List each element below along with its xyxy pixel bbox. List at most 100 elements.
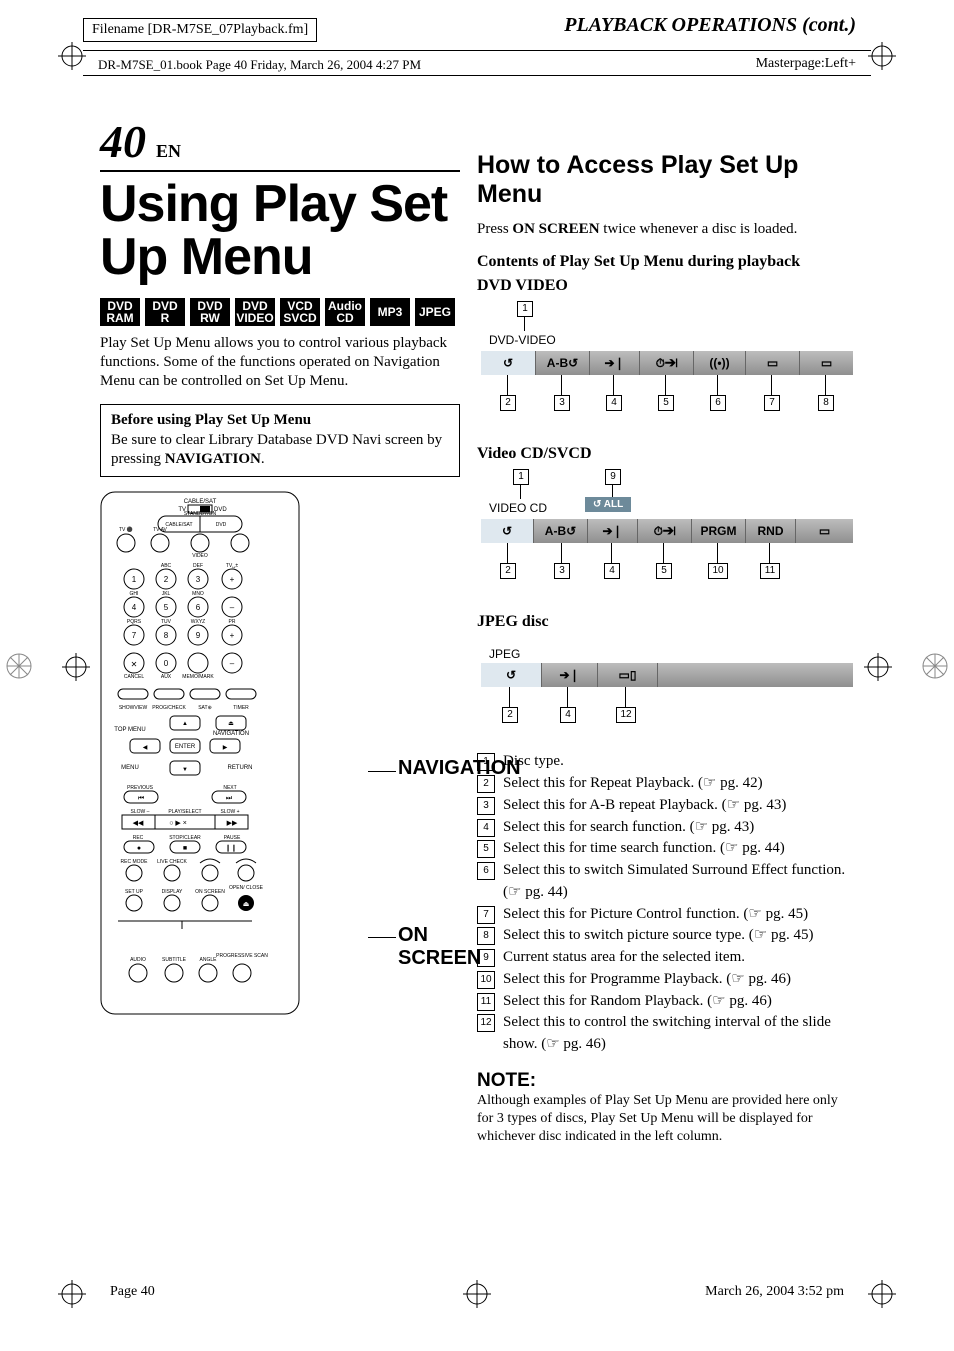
svg-text:TIMER: TIMER xyxy=(233,705,249,711)
callout: 2 xyxy=(500,563,516,579)
callout: 5 xyxy=(656,563,672,579)
crop-mark-icon xyxy=(58,1280,86,1308)
legend-text: Select this for search function. (☞ pg. … xyxy=(503,817,857,839)
format-badge: DVDR xyxy=(145,298,185,326)
rule xyxy=(83,50,871,51)
format-badge: MP3 xyxy=(370,298,410,326)
svg-text:MNO: MNO xyxy=(192,591,204,597)
callout: 2 xyxy=(502,707,518,723)
svg-text:CABLE/SAT: CABLE/SAT xyxy=(165,522,192,528)
legend-num: 3 xyxy=(477,797,495,815)
svg-text:6: 6 xyxy=(196,603,201,612)
svg-text:MENU: MENU xyxy=(121,765,139,771)
menu-type-label: DVD-VIDEO xyxy=(489,333,556,347)
svg-text:ENTER: ENTER xyxy=(175,744,196,750)
format-badge: DVDRAM xyxy=(100,298,140,326)
svg-text:PROGRESSIVE SCAN: PROGRESSIVE SCAN xyxy=(216,953,268,959)
menu-type-label: JPEG xyxy=(489,647,520,661)
legend-text: Select this to switch Simulated Surround… xyxy=(503,860,857,904)
filename-box: Filename [DR-M7SE_07Playback.fm] xyxy=(83,18,317,42)
svg-text:TUV: TUV xyxy=(161,619,172,625)
svg-text:NEXT: NEXT xyxy=(223,785,236,791)
menu-bar: ↺ A-B↺ ➔❘ ⏱➔❘ PRGM RND ▭ xyxy=(481,519,853,543)
svg-text:–: – xyxy=(230,659,235,668)
callout: 8 xyxy=(818,395,834,411)
svg-text:OPEN/ CLOSE: OPEN/ CLOSE xyxy=(229,885,264,891)
footer-timestamp: March 26, 2004 3:52 pm xyxy=(705,1284,844,1300)
callout: 4 xyxy=(560,707,576,723)
svg-text:CABLE/SAT: CABLE/SAT xyxy=(184,499,217,505)
crop-mark-icon xyxy=(58,42,86,70)
format-badge: DVDRW xyxy=(190,298,230,326)
legend-num: 6 xyxy=(477,862,495,880)
legend-num: 4 xyxy=(477,819,495,837)
svg-text:REC MODE: REC MODE xyxy=(121,859,149,865)
svg-text:▲: ▲ xyxy=(182,721,188,727)
right-column: How to Access Play Set Up Menu Press ON … xyxy=(477,115,857,1146)
svg-text:⏮: ⏮ xyxy=(138,795,144,802)
page-title: Using Play Set Up Menu xyxy=(100,178,460,284)
svg-text:3: 3 xyxy=(196,575,201,584)
legend-num: 12 xyxy=(477,1014,495,1032)
svg-text:+: + xyxy=(230,631,235,640)
svg-text:9: 9 xyxy=(196,631,201,640)
svg-text:SHOWVIEW: SHOWVIEW xyxy=(119,705,148,711)
svg-text:SET UP: SET UP xyxy=(125,889,144,895)
svg-text:TV␣±: TV␣± xyxy=(226,563,239,569)
dvd-video-menu-graphic: 1 DVD-VIDEO ↺ A-B↺ ➔❘ ⏱➔❘ ((•)) ▭ ▭ 2 3 … xyxy=(477,301,857,431)
intro-text: Play Set Up Menu allows you to control v… xyxy=(100,334,460,390)
legend-text: Disc type. xyxy=(503,751,857,773)
svg-text:SAT⊕: SAT⊕ xyxy=(198,705,212,711)
book-info: DR-M7SE_01.book Page 40 Friday, March 26… xyxy=(98,57,421,73)
svg-text:●: ● xyxy=(137,845,141,852)
svg-text:DISPLAY: DISPLAY xyxy=(162,889,183,895)
before-using-box: Before using Play Set Up Menu Be sure to… xyxy=(100,404,460,477)
dvd-video-heading: DVD VIDEO xyxy=(477,277,857,295)
format-badge: JPEG xyxy=(415,298,455,326)
callout: 9 xyxy=(605,469,621,485)
callout: 11 xyxy=(760,563,780,579)
svg-text:5: 5 xyxy=(164,603,169,612)
crop-mark-icon xyxy=(868,1280,896,1308)
svg-text:ON SCREEN: ON SCREEN xyxy=(195,889,225,895)
svg-text:–: – xyxy=(230,603,235,612)
svg-text:SLOW –: SLOW – xyxy=(131,809,150,815)
format-badges: DVDRAM DVDR DVDRW DVDVIDEO VCDSVCD Audio… xyxy=(100,298,460,326)
svg-text:○ ▶ ×: ○ ▶ × xyxy=(169,820,187,827)
svg-text:GHI: GHI xyxy=(130,591,139,597)
note-body: Although examples of Play Set Up Menu ar… xyxy=(477,1092,857,1147)
callout: 6 xyxy=(710,395,726,411)
legend-num: 1 xyxy=(477,753,495,771)
format-badge: DVDVIDEO xyxy=(235,298,275,326)
svg-text:TV AV: TV AV xyxy=(153,527,167,533)
svg-text:⏏: ⏏ xyxy=(228,721,234,727)
svg-text:SLOW +: SLOW + xyxy=(220,809,239,815)
legend-num: 11 xyxy=(477,993,495,1011)
svg-text:STOP/CLEAR: STOP/CLEAR xyxy=(169,835,201,841)
legend-num: 5 xyxy=(477,840,495,858)
jpeg-menu-graphic: JPEG ↺ ➔❘ ▭▯ 2 4 12 xyxy=(477,637,857,745)
note-header: Before using Play Set Up Menu xyxy=(111,411,449,431)
legend-num: 7 xyxy=(477,906,495,924)
svg-text:AUDIO: AUDIO xyxy=(130,957,146,963)
svg-text:0: 0 xyxy=(164,659,169,668)
callout: 4 xyxy=(604,563,620,579)
svg-text:+: + xyxy=(230,575,235,584)
svg-text:TV ⚫: TV ⚫ xyxy=(119,526,133,533)
svg-text:PAUSE: PAUSE xyxy=(224,835,241,841)
menu-type-label: VIDEO CD xyxy=(489,501,547,515)
crop-mark-icon xyxy=(864,653,892,681)
crop-mark-icon xyxy=(62,653,90,681)
svg-text:MEMO/MARK: MEMO/MARK xyxy=(182,674,214,680)
legend-text: Select this for Picture Control function… xyxy=(503,904,857,926)
legend-num: 10 xyxy=(477,971,495,989)
svg-text:CANCEL: CANCEL xyxy=(124,674,145,680)
svg-text:1: 1 xyxy=(132,575,137,584)
svg-text:SUBTITLE: SUBTITLE xyxy=(162,957,187,963)
legend-text: Select this for Programme Playback. (☞ p… xyxy=(503,969,857,991)
svg-text:▶▶: ▶▶ xyxy=(227,820,238,827)
svg-text:⏏: ⏏ xyxy=(243,901,250,908)
leader-line xyxy=(368,937,396,938)
callout: 3 xyxy=(554,395,570,411)
leader-line xyxy=(368,771,396,772)
